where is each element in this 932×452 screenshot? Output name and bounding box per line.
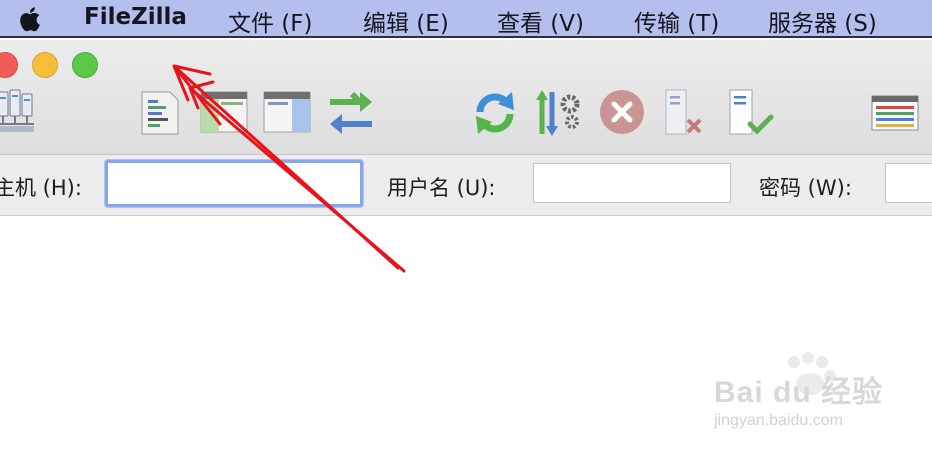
local-tree-icon <box>200 91 248 133</box>
username-input[interactable] <box>533 163 731 203</box>
menu-file[interactable]: 文件 (F) <box>228 4 313 38</box>
refresh-button[interactable] <box>470 88 520 138</box>
site-manager-icon <box>0 89 34 132</box>
filter-settings-icon <box>536 90 580 136</box>
password-label: 密码 (W): <box>759 176 852 200</box>
directory-listing-icon <box>871 95 919 131</box>
disconnect-icon <box>665 89 702 135</box>
local-tree-button[interactable] <box>199 88 249 138</box>
host-label: 主机 (H): <box>0 176 82 200</box>
username-label: 用户名 (U): <box>387 176 496 200</box>
app-menu[interactable]: FileZilla <box>84 4 187 30</box>
reconnect-icon <box>729 89 774 135</box>
menu-edit[interactable]: 编辑 (E) <box>363 4 449 38</box>
menu-server[interactable]: 服务器 (S) <box>768 4 877 38</box>
watermark-brand: Bai du 经验 <box>714 376 884 409</box>
remote-tree-button[interactable] <box>262 88 312 138</box>
site-manager-button[interactable] <box>0 88 42 138</box>
host-input[interactable] <box>105 160 363 207</box>
filter-settings-button[interactable] <box>534 88 584 138</box>
message-log-icon <box>141 91 179 135</box>
directory-listing-button[interactable] <box>870 88 920 138</box>
menu-transfer[interactable]: 传输 (T) <box>634 4 719 38</box>
window-minimize-button[interactable] <box>32 52 58 78</box>
refresh-icon <box>476 92 514 134</box>
transfer-queue-icon <box>330 91 372 134</box>
menu-bar: FileZilla 文件 (F) 编辑 (E) 查看 (V) 传输 (T) 服务… <box>0 0 932 38</box>
message-log-button[interactable] <box>136 88 186 138</box>
watermark-url: jingyan.baidu.com <box>714 412 843 429</box>
menu-view[interactable]: 查看 (V) <box>497 4 584 38</box>
disconnect-button[interactable] <box>662 88 712 138</box>
password-input[interactable] <box>885 163 932 203</box>
transfer-queue-button[interactable] <box>326 88 376 138</box>
remote-tree-icon <box>263 91 311 133</box>
reconnect-button[interactable] <box>726 88 776 138</box>
cancel-operation-button[interactable] <box>598 88 648 138</box>
cancel-operation-icon <box>600 90 644 134</box>
apple-icon[interactable] <box>16 4 46 34</box>
window-maximize-button[interactable] <box>72 52 98 78</box>
